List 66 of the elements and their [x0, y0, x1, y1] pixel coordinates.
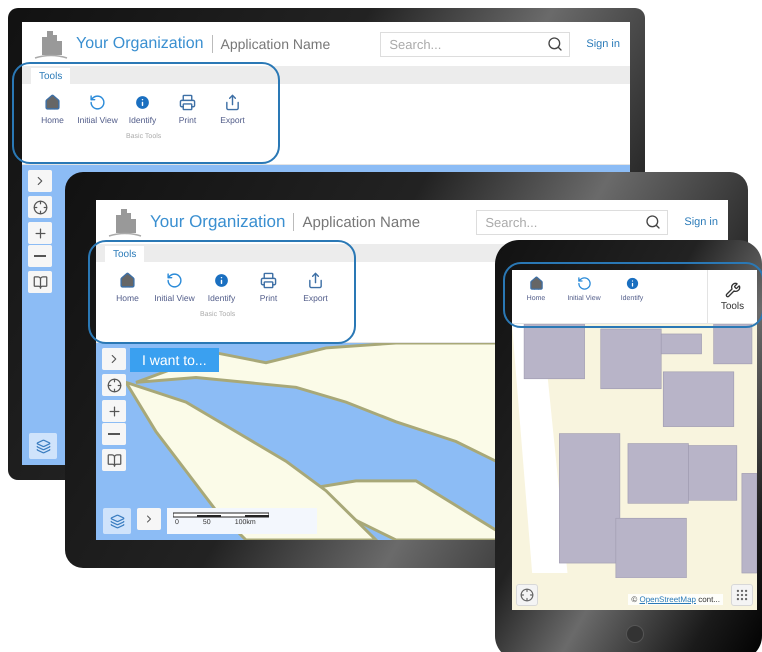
home-icon [528, 276, 544, 291]
map-attribution: © OpenStreetMap cont... [628, 594, 723, 605]
tool-button[interactable]: Identify [121, 88, 164, 125]
zoom-in-button[interactable] [102, 400, 126, 422]
printer-icon [260, 272, 277, 289]
buildings-logo-icon [108, 207, 142, 237]
layers-button[interactable] [29, 433, 57, 459]
crosshair-icon [32, 200, 48, 214]
home-key [626, 625, 644, 643]
crosshair-icon [106, 378, 122, 392]
bookmarks-button[interactable] [28, 271, 52, 293]
rotate-icon [166, 272, 183, 289]
book-icon [32, 274, 48, 290]
home-icon [44, 94, 61, 111]
rotate-icon [89, 94, 106, 111]
info-icon [134, 94, 151, 111]
share-icon [307, 272, 324, 289]
sign-in-link[interactable]: Sign in [684, 216, 718, 228]
locate-button[interactable] [28, 196, 52, 218]
application-name: Application Name [302, 214, 420, 230]
locate-button[interactable] [516, 584, 538, 606]
application-name: Application Name [220, 36, 330, 52]
book-icon [106, 452, 122, 468]
wrench-icon [724, 282, 740, 298]
plus-icon [106, 404, 122, 418]
search-icon[interactable] [547, 36, 564, 52]
bookmarks-button[interactable] [102, 449, 126, 471]
search-box[interactable]: Search... [380, 32, 570, 56]
sign-in-link[interactable]: Sign in [586, 38, 620, 50]
tool-button[interactable]: Export [293, 266, 338, 303]
grid-button[interactable] [731, 584, 753, 606]
locate-button[interactable] [102, 374, 126, 396]
tools-tab[interactable]: Tools [31, 68, 70, 84]
scale-line-icon [173, 512, 269, 518]
tool-button[interactable]: Home [105, 266, 150, 303]
openstreetmap-link[interactable]: OpenStreetMap [639, 595, 696, 604]
tool-button[interactable]: Initial View [152, 266, 197, 303]
layers-icon [36, 438, 50, 454]
share-icon [224, 94, 241, 111]
printer-icon [179, 94, 196, 111]
tool-button[interactable]: Print [166, 88, 209, 125]
search-icon[interactable] [645, 214, 662, 230]
info-icon [624, 276, 640, 291]
tool-button[interactable]: Initial View [76, 88, 119, 125]
zoom-in-button[interactable] [28, 222, 52, 244]
search-box[interactable]: Search... [476, 210, 668, 234]
zoom-out-button[interactable] [102, 423, 126, 445]
minus-icon [34, 255, 46, 257]
tool-button[interactable]: Home [31, 88, 74, 125]
tools-tab[interactable]: Tools [105, 246, 144, 262]
tool-button[interactable]: Export [211, 88, 254, 125]
minus-icon [108, 433, 120, 435]
tool-button[interactable]: Identify [199, 266, 244, 303]
rotate-icon [576, 276, 592, 291]
layers-button[interactable] [103, 508, 131, 534]
layers-icon [110, 514, 124, 528]
organization-name: Your Organization [150, 212, 286, 232]
tool-button[interactable]: Print [246, 266, 291, 303]
grid-icon [735, 588, 749, 602]
crosshair-icon [520, 588, 534, 602]
info-icon [213, 272, 230, 289]
plus-icon [32, 226, 48, 240]
organization-name: Your Organization [76, 35, 204, 53]
home-icon [119, 272, 136, 289]
zoom-out-button[interactable] [28, 245, 52, 267]
buildings-logo-icon [34, 29, 68, 59]
